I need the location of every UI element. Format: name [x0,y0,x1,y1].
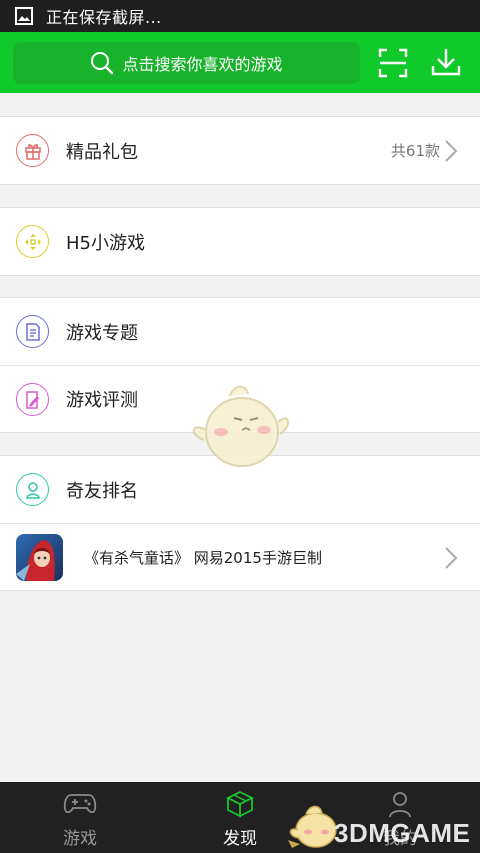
search-placeholder: 点击搜索你喜欢的游戏 [122,55,283,74]
cube-icon [223,790,257,818]
chevron-right-icon [444,139,458,163]
mascot-icon[interactable] [188,382,292,472]
move-arrows-icon [16,225,49,258]
tab-games[interactable]: 游戏 [20,782,140,853]
friend-ranking-label: 奇友排名 [66,480,138,502]
gamepad-icon [63,790,97,818]
gift-pack-row[interactable]: 精品礼包 共61款 [0,117,480,184]
edit-note-icon [16,383,49,416]
gift-pack-count: 共61款 [390,142,440,160]
scan-icon[interactable] [378,48,408,78]
watermark-text: 3DMGAME [334,818,471,848]
game-topics-row[interactable]: 游戏专题 [0,298,480,365]
watermark-logo: 3DMGAME [286,800,476,850]
group-h5: H5小游戏 [0,207,480,276]
header: 点击搜索你喜欢的游戏 [0,32,480,93]
promo-game-row[interactable]: 《有杀气童话》 网易2015手游巨制 [0,523,480,590]
tab-discover-label: 发现 [223,829,257,849]
gift-icon [16,134,49,167]
promo-game-title: 《有杀气童话》 网易2015手游巨制 [84,548,322,567]
game-thumbnail [16,534,63,581]
search-bar[interactable]: 点击搜索你喜欢的游戏 [13,42,360,84]
h5-games-label: H5小游戏 [66,232,145,254]
gift-pack-label: 精品礼包 [66,141,138,163]
document-icon [16,315,49,348]
status-bar: 正在保存截屏... [0,0,480,32]
group-ranking: 奇友排名 《有杀气童话》 网易2015手游巨制 [0,455,480,591]
group-gift: 精品礼包 共61款 [0,116,480,185]
person-icon [16,473,49,506]
chevron-right-icon [444,546,458,570]
game-reviews-label: 游戏评测 [66,390,138,411]
tab-discover[interactable]: 发现 [180,782,300,853]
download-icon[interactable] [430,46,462,78]
game-topics-label: 游戏专题 [66,322,138,344]
h5-games-row[interactable]: H5小游戏 [0,208,480,275]
status-text: 正在保存截屏... [46,8,162,27]
tab-games-label: 游戏 [63,829,97,849]
search-icon [90,51,114,75]
screenshot-icon [14,6,34,26]
